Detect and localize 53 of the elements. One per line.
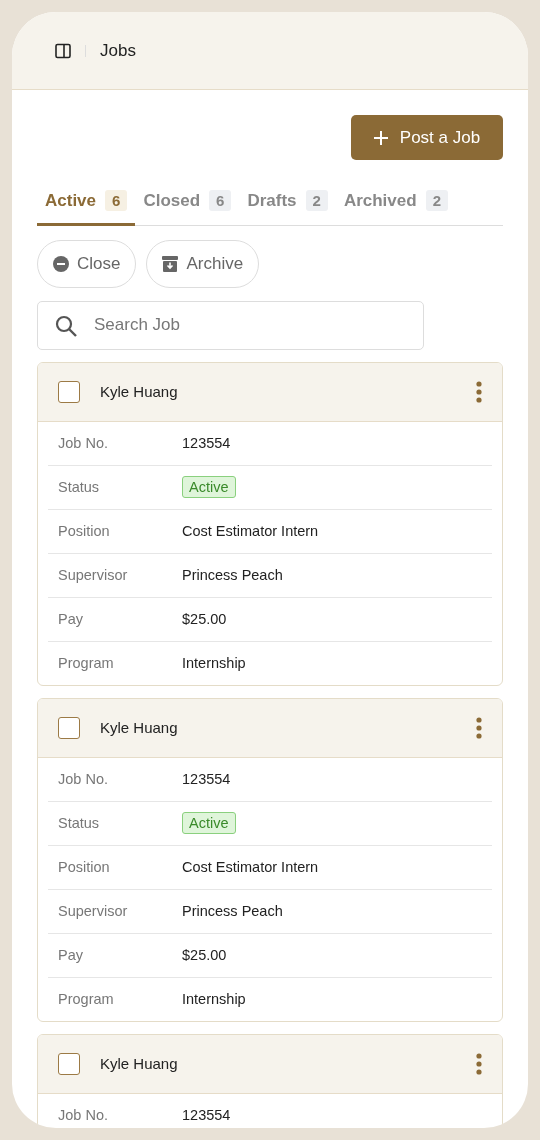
field-label: Program	[58, 655, 115, 671]
page-title: Jobs	[100, 40, 136, 61]
status-badge: Active	[182, 476, 236, 498]
field-label: Supervisor	[58, 567, 129, 583]
more-options-icon[interactable]	[476, 380, 482, 403]
field-label: Supervisor	[58, 903, 129, 919]
field-value: $25.00	[182, 611, 228, 627]
more-options-icon[interactable]	[476, 716, 482, 739]
field-value: Princess Peach	[182, 567, 284, 583]
field-label: Pay	[58, 947, 84, 963]
tab-count: 6	[105, 190, 128, 211]
search-icon	[55, 314, 77, 337]
plus-icon	[373, 130, 388, 145]
minus-circle-icon	[53, 255, 69, 272]
post-job-button[interactable]: Post a Job	[351, 115, 503, 160]
tab[interactable]: Closed 6	[135, 190, 240, 226]
field-label: Position	[58, 859, 111, 875]
tab-count: 2	[425, 190, 448, 211]
field-value: $25.00	[182, 947, 228, 963]
tab[interactable]: Active 6	[37, 190, 136, 226]
field-value: Internship	[182, 991, 247, 1007]
more-options-icon[interactable]	[476, 1052, 482, 1075]
job-name: Kyle Huang	[100, 1055, 179, 1072]
field-label: Job No.	[58, 771, 109, 787]
field-value: Cost Estimator Intern	[182, 859, 320, 875]
field-label: Status	[58, 815, 101, 831]
field-value: Princess Peach	[182, 903, 284, 919]
checkbox[interactable]	[58, 1052, 80, 1075]
field-label: Position	[58, 523, 111, 539]
tab-count: 6	[209, 190, 232, 211]
sidebar-toggle-icon[interactable]	[55, 42, 71, 59]
status-badge: Active	[182, 812, 236, 834]
tab-count: 2	[305, 190, 328, 211]
field-value: 123554	[182, 771, 232, 787]
archive-button[interactable]: Archive	[146, 239, 260, 288]
close-button[interactable]: Close	[37, 239, 137, 288]
field-value: Internship	[182, 655, 247, 671]
archive-box-icon	[162, 255, 179, 272]
field-value: 123554	[182, 435, 232, 451]
checkbox[interactable]	[58, 380, 80, 403]
field-label: Job No.	[58, 435, 109, 451]
field-value: Cost Estimator Intern	[182, 523, 320, 539]
job-name: Kyle Huang	[100, 719, 179, 736]
field-value: 123554	[182, 1107, 232, 1123]
tab[interactable]: Archived 2	[335, 190, 456, 226]
field-label: Pay	[58, 611, 84, 627]
tab[interactable]: Drafts 2	[239, 190, 336, 226]
field-label: Program	[58, 991, 115, 1007]
search-field[interactable]: Search Job	[37, 300, 424, 350]
job-name: Kyle Huang	[100, 383, 179, 400]
field-label: Status	[58, 479, 101, 495]
field-label: Job No.	[58, 1107, 109, 1123]
checkbox[interactable]	[58, 716, 80, 739]
